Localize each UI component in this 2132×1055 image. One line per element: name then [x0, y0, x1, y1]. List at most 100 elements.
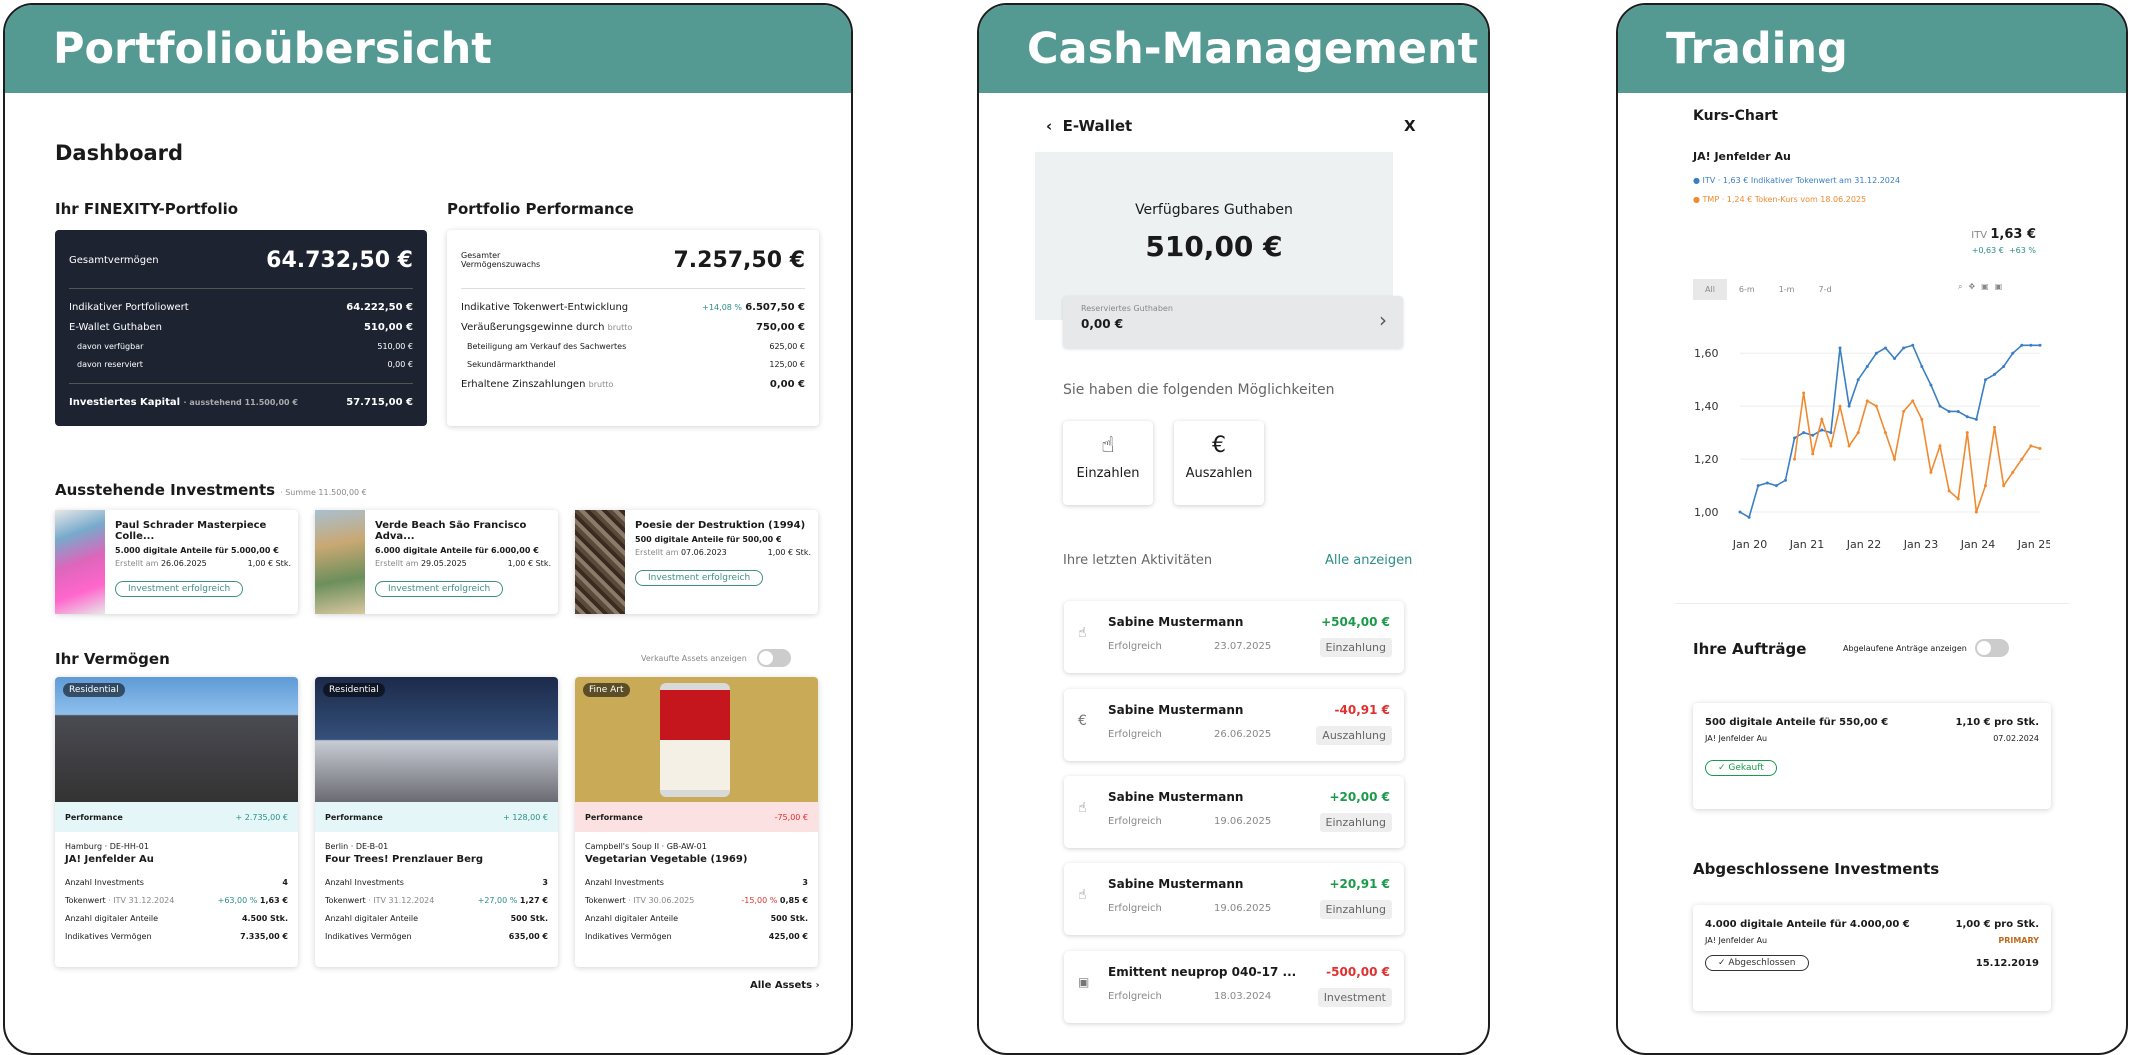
chart-tools[interactable]: ⌕✥▣▣ [1958, 282, 2008, 292]
closed-title: Abgeschlossene Investments [1693, 860, 1940, 878]
activity-item[interactable]: ▣ Emittent neuprop 040-17 ... -500,00 € … [1064, 951, 1404, 1023]
status-pill: Investment erfolgreich [115, 581, 244, 597]
range-selector: All 6-m 1-m 7-d [1693, 279, 1844, 300]
pending-name: Poesie der Destruktion (1994) [635, 520, 806, 531]
data-point [1747, 515, 1751, 519]
asset-card[interactable]: Fine Art Performance -75,00 € Campbell's … [575, 677, 818, 967]
asset-card[interactable]: Residential Performance + 2.735,00 € Hamb… [55, 677, 298, 967]
activity-item[interactable]: € Sabine Mustermann -40,91 € Erfolgreich… [1064, 689, 1404, 761]
activity-status: Erfolgreich [1108, 903, 1162, 914]
asset-location: Hamburg · DE-HH-01 [65, 842, 149, 851]
count-value: 3 [802, 877, 808, 887]
summary-line-label: davon reserviert [77, 359, 143, 369]
wealth-value: 425,00 € [768, 931, 808, 941]
perf-line-label: Beteiligung am Verkauf des Sachwertes [467, 341, 627, 351]
summary-line-value: 510,00 € [363, 321, 413, 333]
range-1m[interactable]: 1-m [1767, 279, 1807, 300]
performance-value: -75,00 € [774, 812, 808, 822]
data-point [1911, 399, 1915, 403]
pending-card[interactable]: Paul Schrader Masterpiece Colle... 5.000… [55, 510, 298, 614]
order-card[interactable]: 500 digitale Anteile für 550,00 € 1,10 € … [1693, 703, 2051, 809]
close-button[interactable]: X [1404, 117, 1416, 135]
data-point [1838, 346, 1842, 350]
data-point [1865, 399, 1869, 403]
data-point [1902, 346, 1906, 350]
token-label: Tokenwert [325, 895, 366, 905]
activity-type: Investment [1317, 988, 1392, 1007]
activity-status: Erfolgreich [1108, 991, 1162, 1002]
closed-desc: 4.000 digitale Anteile für 4.000,00 € [1705, 919, 1910, 930]
count-label: Anzahl Investments [65, 877, 144, 887]
count-value: 3 [542, 877, 548, 887]
market-badge: PRIMARY [1998, 936, 2039, 945]
data-point [1965, 415, 1969, 419]
closed-card[interactable]: 4.000 digitale Anteile für 4.000,00 € 1,0… [1693, 905, 2051, 1011]
pending-card[interactable]: Poesie der Destruktion (1994) 500 digita… [575, 510, 818, 614]
wealth-value: 635,00 € [508, 931, 548, 941]
y-tick-label: 1,40 [1694, 400, 1719, 413]
count-label: Anzahl Investments [585, 877, 664, 887]
summary-line-value: 510,00 € [377, 341, 413, 351]
performance-card: Gesamter Vermögenszuwachs 7.257,50 € Indi… [447, 230, 819, 426]
asset-location: Campbell's Soup II · GB-AW-01 [585, 842, 707, 851]
invested-sub: · ausstehend 11.500,00 € [183, 397, 298, 407]
pending-card[interactable]: Verde Beach São Francisco Adva... 6.000 … [315, 510, 558, 614]
deposit-icon: ☝ [1101, 433, 1115, 458]
withdraw-button[interactable]: € Auszahlen [1174, 421, 1264, 505]
activity-type: Einzahlung [1319, 813, 1392, 832]
category-badge: Fine Art [583, 683, 630, 697]
expired-orders-toggle[interactable] [1974, 639, 2009, 657]
sold-assets-toggle[interactable] [756, 649, 791, 667]
closed-status: Abgeschlossen [1728, 958, 1796, 968]
deposit-label: Einzahlen [1076, 466, 1140, 481]
data-point [1802, 431, 1806, 435]
shares-value: 4.500 Stk. [241, 913, 288, 923]
chart-title: Kurs-Chart [1693, 108, 1778, 124]
y-tick-label: 1,20 [1694, 453, 1719, 466]
created-label: Erstellt am [635, 548, 679, 557]
data-point [1993, 372, 1997, 376]
activity-item[interactable]: ☝ Sabine Mustermann +504,00 € Erfolgreic… [1064, 601, 1404, 673]
data-point [1983, 484, 1987, 488]
dashboard-title: Dashboard [55, 141, 184, 165]
data-point [1929, 383, 1933, 387]
activity-name: Sabine Mustermann [1108, 615, 1244, 629]
orders-title: Ihre Aufträge [1693, 640, 1807, 658]
count-value: 4 [282, 877, 288, 887]
order-price: 1,10 € pro Stk. [1955, 717, 2039, 728]
activity-date: 18.03.2024 [1214, 991, 1272, 1002]
data-point [2038, 447, 2042, 451]
deposit-button[interactable]: ☝ Einzahlen [1063, 421, 1153, 505]
wealth-value: 7.335,00 € [240, 931, 288, 941]
data-point [1783, 478, 1787, 482]
status-pill: Investment erfolgreich [635, 570, 764, 586]
activity-amount: +20,91 € [1329, 877, 1390, 891]
all-assets-link[interactable]: Alle Assets › [750, 980, 820, 991]
perf-line-label: Veräußerungsgewinne durch [461, 321, 605, 333]
data-point [1947, 489, 1951, 493]
activity-item[interactable]: ☝ Sabine Mustermann +20,00 € Erfolgreich… [1064, 776, 1404, 848]
perf-line-value: 750,00 € [755, 321, 805, 333]
legend-dot-icon: ● [1693, 176, 1700, 185]
token-sub: · ITV 30.06.2025 [628, 895, 695, 905]
range-7d[interactable]: 7-d [1806, 279, 1843, 300]
back-button[interactable]: ‹ E-Wallet [1046, 117, 1132, 135]
asset-card[interactable]: Residential Performance + 128,00 € Berlin… [315, 677, 558, 967]
data-point [2038, 343, 2042, 347]
closed-asset: JA! Jenfelder Au [1705, 936, 1768, 945]
y-tick-label: 1,00 [1694, 506, 1719, 519]
data-point [1838, 404, 1842, 408]
x-tick-label: Jan 25 [2017, 538, 2050, 550]
range-6m[interactable]: 6-m [1727, 279, 1767, 300]
show-all-link[interactable]: Alle anzeigen [1325, 553, 1412, 568]
range-all[interactable]: All [1693, 279, 1727, 300]
reserved-balance-row[interactable]: Reserviertes Guthaben 0,00 € › [1063, 296, 1403, 348]
activity-amount: -40,91 € [1334, 703, 1390, 717]
wealth-label: Indikatives Vermögen [65, 931, 152, 941]
options-title: Sie haben die folgenden Möglichkeiten [1063, 382, 1335, 398]
data-point [1929, 470, 1933, 474]
panel-title: Cash-Management [979, 5, 1488, 93]
activity-item[interactable]: ☝ Sabine Mustermann +20,91 € Erfolgreich… [1064, 863, 1404, 935]
asset-thumbnail [575, 510, 625, 614]
data-point [1793, 436, 1797, 440]
